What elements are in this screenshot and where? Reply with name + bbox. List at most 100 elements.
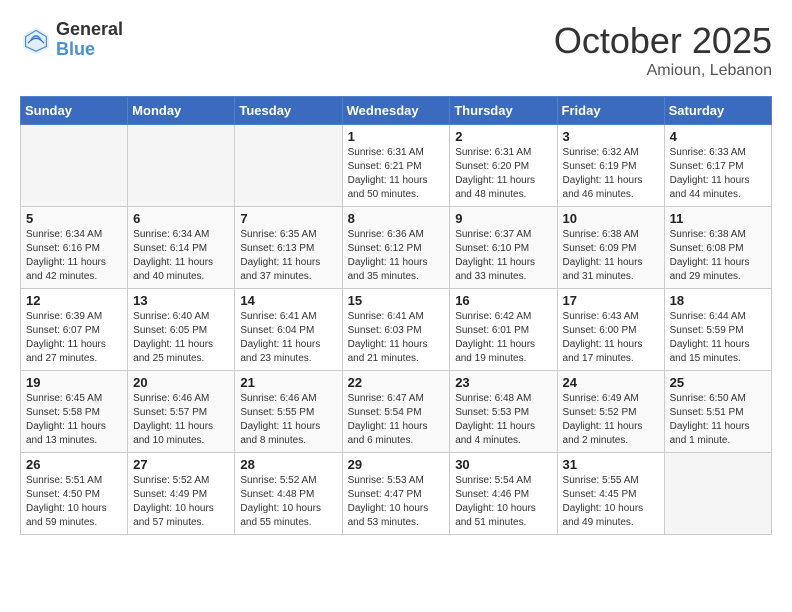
calendar-cell: 5 Sunrise: 6:34 AM Sunset: 6:16 PM Daylig… (21, 207, 128, 289)
day-info: Sunrise: 6:38 AM Sunset: 6:08 PM Dayligh… (670, 228, 766, 284)
weekday-header: Thursday (450, 97, 557, 125)
calendar-week-row: 5 Sunrise: 6:34 AM Sunset: 6:16 PM Daylig… (21, 207, 772, 289)
day-info: Sunrise: 6:35 AM Sunset: 6:13 PM Dayligh… (240, 228, 336, 284)
calendar-cell: 6Sunrise: 6:34 AM Sunset: 6:14 PM Daylig… (128, 207, 235, 289)
day-info: Sunrise: 5:54 AM Sunset: 4:46 PM Dayligh… (455, 474, 551, 530)
day-number: 29 (348, 457, 445, 472)
calendar-cell (128, 125, 235, 207)
weekday-header: Tuesday (235, 97, 342, 125)
month-title: October 2025 (554, 20, 772, 62)
weekday-header: Saturday (664, 97, 771, 125)
weekday-header: Wednesday (342, 97, 450, 125)
day-number: 17 (563, 293, 659, 308)
day-number: 23 (455, 375, 551, 390)
calendar-cell: 29 Sunrise: 5:53 AM Sunset: 4:47 PM Dayli… (342, 453, 450, 535)
calendar-cell: 25 Sunrise: 6:50 AM Sunset: 5:51 PM Dayli… (664, 371, 771, 453)
calendar-cell: 11Sunrise: 6:38 AM Sunset: 6:08 PM Dayli… (664, 207, 771, 289)
calendar-cell: 22 Sunrise: 6:47 AM Sunset: 5:54 PM Dayli… (342, 371, 450, 453)
logo: General Blue (20, 20, 123, 60)
day-info: Sunrise: 6:33 AM Sunset: 6:17 PM Dayligh… (670, 146, 766, 202)
day-info: Sunrise: 6:47 AM Sunset: 5:54 PM Dayligh… (348, 392, 445, 448)
calendar-week-row: 12 Sunrise: 6:39 AM Sunset: 6:07 PM Dayli… (21, 289, 772, 371)
day-info: Sunrise: 5:53 AM Sunset: 4:47 PM Dayligh… (348, 474, 445, 530)
calendar-cell: 28 Sunrise: 5:52 AM Sunset: 4:48 PM Dayli… (235, 453, 342, 535)
page-header: General Blue October 2025 Amioun, Lebano… (20, 20, 772, 80)
day-info: Sunrise: 6:46 AM Sunset: 5:57 PM Dayligh… (133, 392, 229, 448)
calendar-cell: 15 Sunrise: 6:41 AM Sunset: 6:03 PM Dayli… (342, 289, 450, 371)
day-info: Sunrise: 6:38 AM Sunset: 6:09 PM Dayligh… (563, 228, 659, 284)
day-info: Sunrise: 5:55 AM Sunset: 4:45 PM Dayligh… (563, 474, 659, 530)
day-number: 19 (26, 375, 122, 390)
calendar-cell: 17 Sunrise: 6:43 AM Sunset: 6:00 PM Dayli… (557, 289, 664, 371)
day-info: Sunrise: 6:37 AM Sunset: 6:10 PM Dayligh… (455, 228, 551, 284)
day-info: Sunrise: 6:42 AM Sunset: 6:01 PM Dayligh… (455, 310, 551, 366)
day-info: Sunrise: 5:51 AM Sunset: 4:50 PM Dayligh… (26, 474, 122, 530)
calendar-cell: 12 Sunrise: 6:39 AM Sunset: 6:07 PM Dayli… (21, 289, 128, 371)
day-info: Sunrise: 5:52 AM Sunset: 4:48 PM Dayligh… (240, 474, 336, 530)
calendar-cell: 2 Sunrise: 6:31 AM Sunset: 6:20 PM Daylig… (450, 125, 557, 207)
day-number: 21 (240, 375, 336, 390)
day-info: Sunrise: 6:48 AM Sunset: 5:53 PM Dayligh… (455, 392, 551, 448)
day-number: 30 (455, 457, 551, 472)
day-number: 3 (563, 129, 659, 144)
day-info: Sunrise: 6:41 AM Sunset: 6:03 PM Dayligh… (348, 310, 445, 366)
calendar-week-row: 19 Sunrise: 6:45 AM Sunset: 5:58 PM Dayli… (21, 371, 772, 453)
day-info: Sunrise: 6:39 AM Sunset: 6:07 PM Dayligh… (26, 310, 122, 366)
calendar-cell: 8 Sunrise: 6:36 AM Sunset: 6:12 PM Daylig… (342, 207, 450, 289)
day-info: Sunrise: 6:46 AM Sunset: 5:55 PM Dayligh… (240, 392, 336, 448)
day-info: Sunrise: 6:45 AM Sunset: 5:58 PM Dayligh… (26, 392, 122, 448)
day-number: 5 (26, 211, 122, 226)
day-info: Sunrise: 6:44 AM Sunset: 5:59 PM Dayligh… (670, 310, 766, 366)
weekday-header: Sunday (21, 97, 128, 125)
calendar-cell (235, 125, 342, 207)
calendar-cell: 14 Sunrise: 6:41 AM Sunset: 6:04 PM Dayli… (235, 289, 342, 371)
weekday-header-row: SundayMondayTuesdayWednesdayThursdayFrid… (21, 97, 772, 125)
logo-text: General Blue (56, 20, 123, 60)
day-number: 28 (240, 457, 336, 472)
calendar-cell: 26Sunrise: 5:51 AM Sunset: 4:50 PM Dayli… (21, 453, 128, 535)
calendar-cell: 13Sunrise: 6:40 AM Sunset: 6:05 PM Dayli… (128, 289, 235, 371)
day-number: 18 (670, 293, 766, 308)
title-block: October 2025 Amioun, Lebanon (554, 20, 772, 80)
day-info: Sunrise: 6:43 AM Sunset: 6:00 PM Dayligh… (563, 310, 659, 366)
calendar-cell: 24Sunrise: 6:49 AM Sunset: 5:52 PM Dayli… (557, 371, 664, 453)
calendar-cell: 7Sunrise: 6:35 AM Sunset: 6:13 PM Daylig… (235, 207, 342, 289)
location: Amioun, Lebanon (554, 62, 772, 80)
day-number: 22 (348, 375, 445, 390)
calendar-cell: 18 Sunrise: 6:44 AM Sunset: 5:59 PM Dayli… (664, 289, 771, 371)
calendar-cell: 30 Sunrise: 5:54 AM Sunset: 4:46 PM Dayli… (450, 453, 557, 535)
calendar-cell (21, 125, 128, 207)
calendar-cell: 1Sunrise: 6:31 AM Sunset: 6:21 PM Daylig… (342, 125, 450, 207)
weekday-header: Monday (128, 97, 235, 125)
day-info: Sunrise: 6:34 AM Sunset: 6:14 PM Dayligh… (133, 228, 229, 284)
calendar-cell: 3Sunrise: 6:32 AM Sunset: 6:19 PM Daylig… (557, 125, 664, 207)
day-number: 1 (348, 129, 445, 144)
day-number: 20 (133, 375, 229, 390)
day-number: 12 (26, 293, 122, 308)
calendar-cell: 20 Sunrise: 6:46 AM Sunset: 5:57 PM Dayli… (128, 371, 235, 453)
day-number: 4 (670, 129, 766, 144)
day-number: 31 (563, 457, 659, 472)
day-info: Sunrise: 6:31 AM Sunset: 6:20 PM Dayligh… (455, 146, 551, 202)
day-number: 16 (455, 293, 551, 308)
day-number: 2 (455, 129, 551, 144)
logo-blue: Blue (56, 39, 95, 59)
calendar-cell: 31 Sunrise: 5:55 AM Sunset: 4:45 PM Dayli… (557, 453, 664, 535)
calendar-cell: 9 Sunrise: 6:37 AM Sunset: 6:10 PM Daylig… (450, 207, 557, 289)
day-info: Sunrise: 6:34 AM Sunset: 6:16 PM Dayligh… (26, 228, 122, 284)
day-info: Sunrise: 5:52 AM Sunset: 4:49 PM Dayligh… (133, 474, 229, 530)
day-info: Sunrise: 6:50 AM Sunset: 5:51 PM Dayligh… (670, 392, 766, 448)
day-number: 14 (240, 293, 336, 308)
day-number: 25 (670, 375, 766, 390)
day-number: 9 (455, 211, 551, 226)
day-number: 8 (348, 211, 445, 226)
calendar-week-row: 26Sunrise: 5:51 AM Sunset: 4:50 PM Dayli… (21, 453, 772, 535)
calendar-week-row: 1Sunrise: 6:31 AM Sunset: 6:21 PM Daylig… (21, 125, 772, 207)
day-number: 15 (348, 293, 445, 308)
day-info: Sunrise: 6:40 AM Sunset: 6:05 PM Dayligh… (133, 310, 229, 366)
logo-general: General (56, 19, 123, 39)
day-info: Sunrise: 6:41 AM Sunset: 6:04 PM Dayligh… (240, 310, 336, 366)
day-info: Sunrise: 6:36 AM Sunset: 6:12 PM Dayligh… (348, 228, 445, 284)
day-number: 24 (563, 375, 659, 390)
weekday-header: Friday (557, 97, 664, 125)
